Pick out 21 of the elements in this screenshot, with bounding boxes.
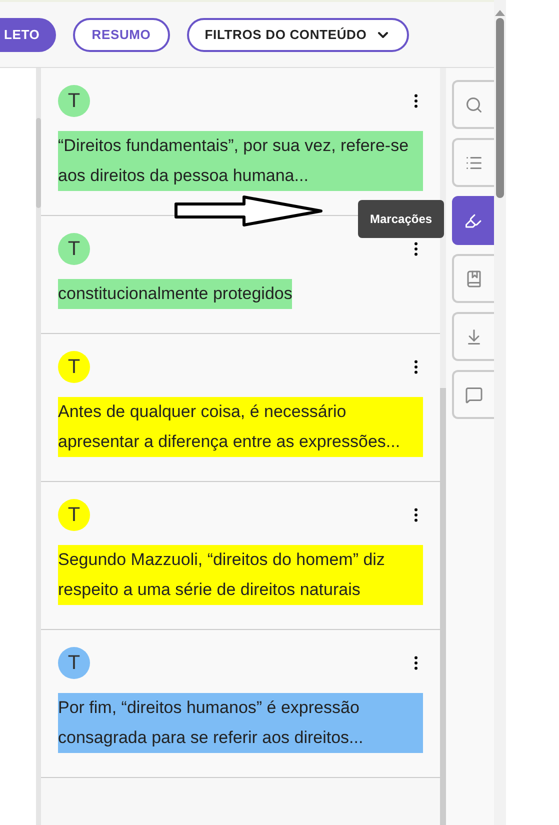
search-icon: [465, 96, 483, 114]
side-tool-button[interactable]: [452, 196, 494, 245]
content-filter-dropdown[interactable]: FILTROS DO CONTEÚDO: [186, 18, 409, 52]
highlighted-text: Segundo Mazzuoli, “direitos do homem” diz respeito a uma série de direitos naturais: [58, 545, 423, 605]
user-avatar: T: [58, 351, 90, 383]
highlighted-text: “Direitos fundamentais”, por sua vez, refere-se aos direitos da pessoa humana...: [58, 131, 423, 191]
user-avatar: T: [58, 499, 90, 531]
summary-button[interactable]: RESUMO: [72, 18, 170, 52]
highlighted-text: Por fim, “direitos humanos” é expressão consagrada para se referir aos direitos...: [58, 693, 423, 753]
comment-icon: [465, 386, 483, 404]
highlighted-text: constitucionalmente protegidos: [58, 279, 292, 309]
bookmark-icon: [465, 270, 483, 288]
full-view-button[interactable]: LETO: [0, 18, 56, 52]
user-avatar: T: [58, 233, 90, 265]
tooltip: Marcações: [358, 200, 444, 238]
user-avatar: T: [58, 85, 90, 117]
download-icon: [465, 328, 483, 346]
scrollbar-thumb[interactable]: [496, 18, 504, 198]
highlighted-text: Antes de qualquer coisa, é necessário apresentar a diferença entre as expressões...: [58, 397, 423, 457]
user-avatar: T: [58, 647, 90, 679]
marker-icon: [464, 212, 482, 230]
